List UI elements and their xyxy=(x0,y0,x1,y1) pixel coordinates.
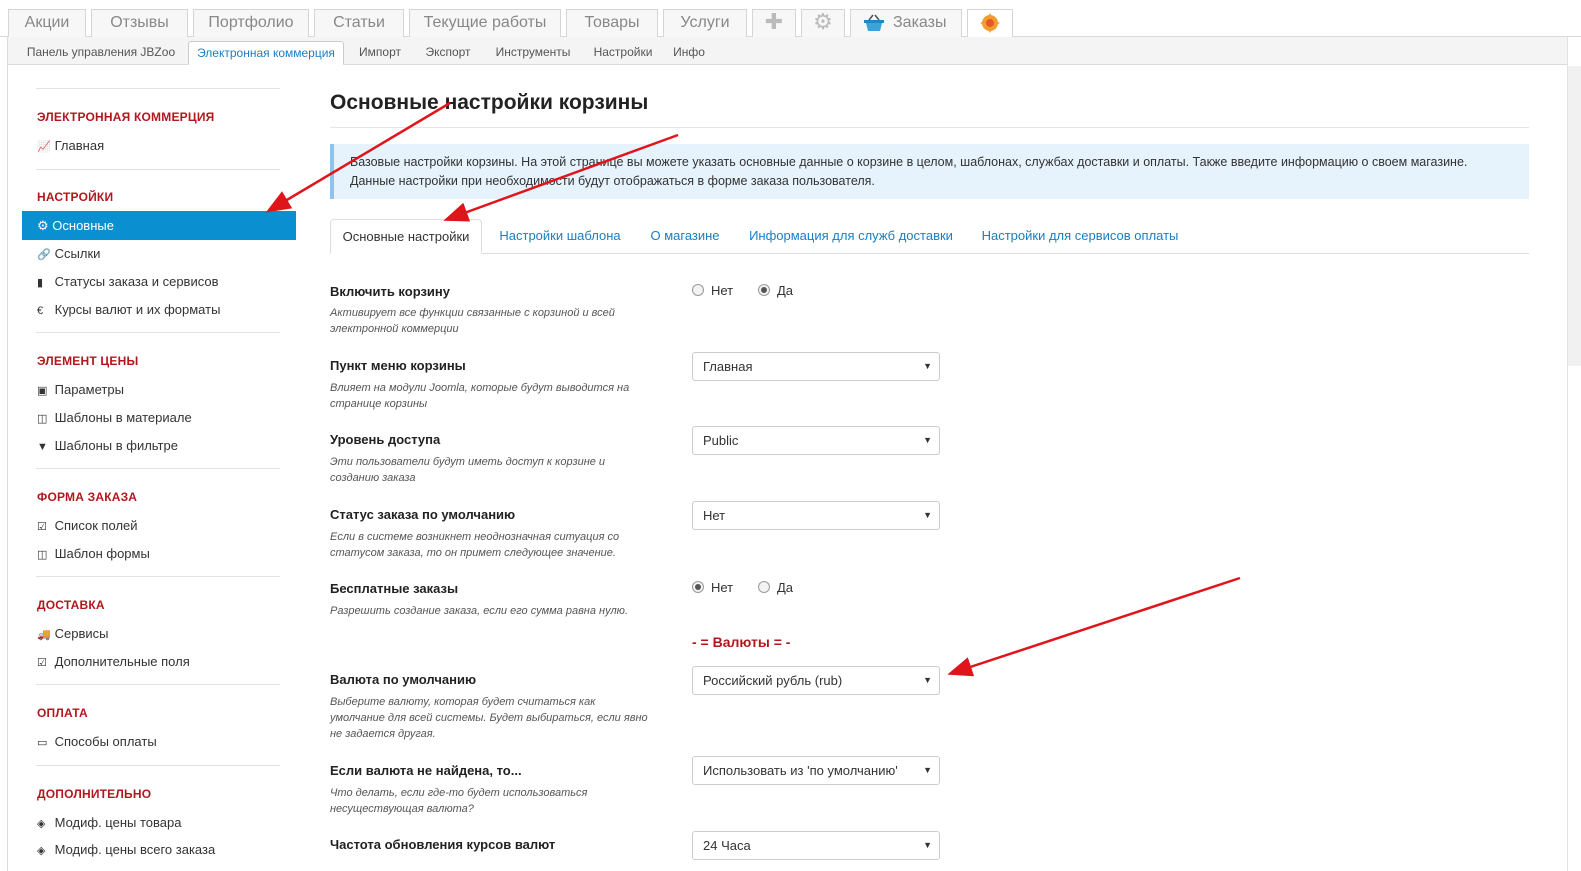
annotation-arrow xyxy=(265,101,451,213)
annotation-arrow xyxy=(443,133,679,222)
page-root: Акции Отзывы Портфолио Статьи Текущие ра… xyxy=(0,0,1581,871)
annotation-arrow xyxy=(947,576,1241,677)
annotation-arrows xyxy=(265,101,1241,677)
